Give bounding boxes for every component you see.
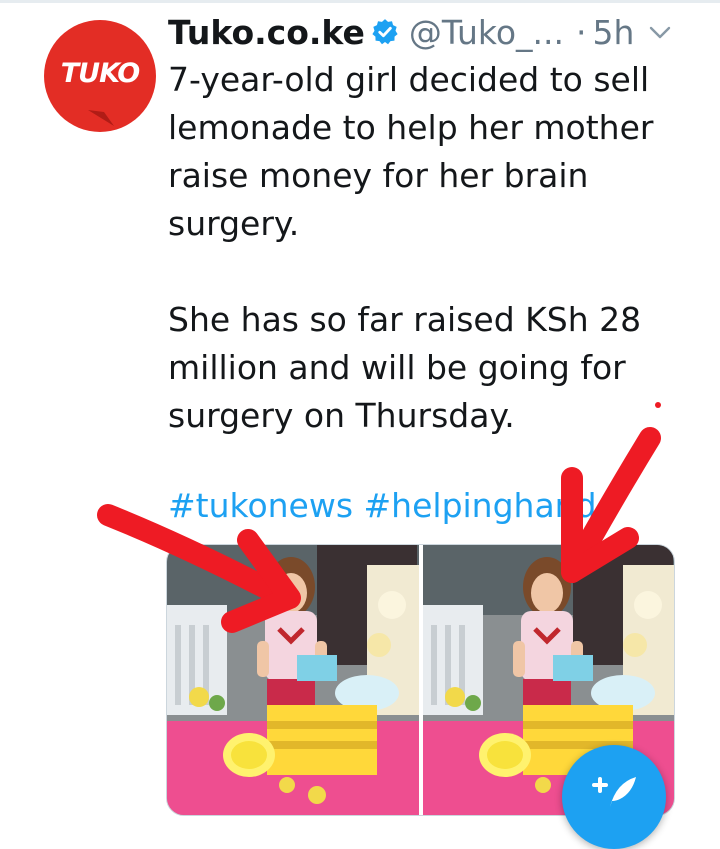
account-handle[interactable]: @Tuko_... <box>409 13 564 52</box>
tweet-hashtags: #tukonews #helpinghand <box>168 482 720 530</box>
tweet-text: 7-year-old girl decided to sell lemonade… <box>168 60 654 435</box>
timeline-divider <box>0 0 720 3</box>
media-photo-left[interactable] <box>167 545 419 815</box>
chevron-down-icon[interactable] <box>648 22 672 42</box>
account-avatar[interactable]: TUKO <box>44 20 156 132</box>
tweet-timestamp[interactable]: 5h <box>593 13 635 52</box>
lemonade-stand-photo <box>167 545 419 815</box>
avatar-mark <box>88 110 114 126</box>
tweet-header: Tuko.co.ke @Tuko_... · 5h <box>168 8 688 56</box>
account-name[interactable]: Tuko.co.ke <box>168 13 365 52</box>
compose-tweet-icon <box>592 777 636 807</box>
header-separator: · <box>576 12 587 52</box>
compose-tweet-button[interactable] <box>562 745 666 849</box>
hashtag-link[interactable]: #helpinghand <box>364 486 597 525</box>
hashtag-link[interactable]: #tukonews <box>168 486 353 525</box>
verified-badge-icon <box>372 19 398 45</box>
